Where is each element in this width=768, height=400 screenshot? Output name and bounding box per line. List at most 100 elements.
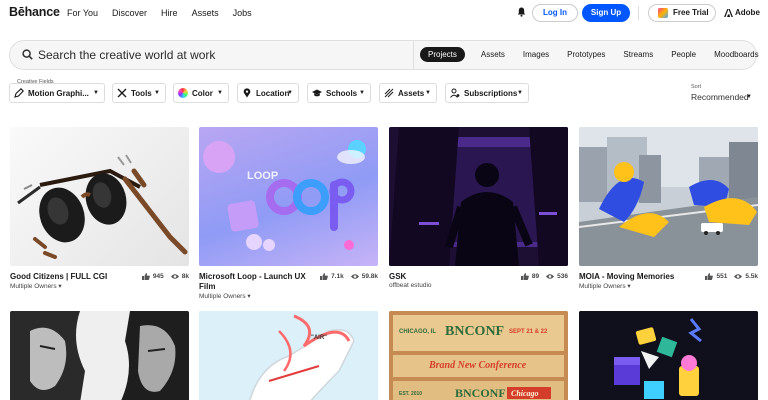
filter-schools[interactable]: Schools ▼ — [307, 83, 371, 103]
gsk-illustration — [389, 127, 568, 266]
project-thumbnail-loop[interactable]: LOOP — [199, 127, 378, 266]
search-input[interactable]: Search the creative world at work — [38, 48, 215, 62]
nav-assets[interactable]: Assets — [192, 8, 219, 18]
chevron-down-icon: ▼ — [93, 90, 99, 96]
filter-assets-label: Assets — [398, 88, 425, 98]
filter-assets[interactable]: Assets ▼ — [379, 83, 437, 103]
adobe-icon — [724, 8, 733, 17]
chevron-down-icon[interactable]: ▼ — [746, 94, 752, 100]
project-title[interactable]: GSK — [389, 272, 406, 282]
project-card[interactable]: Good Citizens | FULL CGI Multiple Owners… — [10, 127, 189, 290]
tab-projects[interactable]: Projects — [420, 47, 465, 62]
location-pin-icon — [243, 88, 251, 98]
thumbs-up-icon — [141, 273, 150, 280]
adobe-label: Adobe — [735, 8, 760, 17]
sort-label: Sort — [691, 84, 702, 90]
filter-subscriptions[interactable]: Subscriptions ▼ — [445, 83, 529, 103]
project-card[interactable]: MOIA - Moving Memories Multiple Owners ▾… — [579, 127, 758, 290]
filter-color-label: Color — [192, 88, 213, 98]
eye-icon — [350, 274, 359, 279]
view-count: 59.8k — [361, 273, 378, 280]
main-nav: For You Discover Hire Assets Jobs — [67, 8, 266, 18]
project-title[interactable]: MOIA - Moving Memories — [579, 272, 674, 282]
pizza-est-text: EST. 2010 — [399, 391, 422, 397]
pizza-chicago-text: Chicago — [511, 389, 539, 398]
project-card[interactable]: CHICAGO, IL BNCONF SEPT 21 & 22 Brand Ne… — [389, 311, 568, 400]
project-card[interactable] — [10, 311, 189, 400]
pizza-brand-text: BNCONF — [445, 324, 504, 339]
chevron-down-icon: ▼ — [359, 90, 365, 96]
project-thumbnail-gsk[interactable] — [389, 127, 568, 266]
tab-assets[interactable]: Assets — [481, 47, 505, 62]
behance-logo[interactable]: Bēhance — [9, 5, 60, 19]
project-card[interactable]: LOOP Microsoft Loop - Launch UX Film Mul… — [199, 127, 378, 300]
sunglasses-illustration — [17, 154, 188, 259]
search-icon — [22, 49, 33, 60]
tab-moodboards[interactable]: Moodboards — [714, 47, 758, 62]
filter-schools-label: Schools — [326, 88, 358, 98]
project-thumbnail-3d-shapes[interactable] — [579, 311, 758, 400]
filter-color[interactable]: Color ▼ — [173, 83, 229, 103]
filter-creative-fields[interactable]: Motion Graphi... ▼ — [9, 83, 105, 103]
tab-streams[interactable]: Streams — [623, 47, 653, 62]
project-card[interactable]: GSK offbeat estudio 89 536 — [389, 127, 568, 289]
project-thumbnail-faces[interactable] — [10, 311, 189, 400]
project-owner[interactable]: Multiple Owners ▾ — [10, 282, 62, 290]
project-owner[interactable]: Multiple Owners ▾ — [199, 292, 251, 300]
appreciation-count: 89 — [531, 273, 540, 280]
nav-for-you[interactable]: For You — [67, 8, 98, 18]
3d-shapes-illustration — [579, 311, 758, 400]
nav-hire[interactable]: Hire — [161, 8, 178, 18]
signup-button[interactable]: Sign Up — [582, 4, 630, 22]
project-title[interactable]: Microsoft Loop - Launch UX Film — [199, 272, 317, 292]
creative-cloud-icon — [658, 8, 668, 18]
chevron-down-icon: ▼ — [287, 90, 293, 96]
pizza-date-text: SEPT 21 & 22 — [509, 329, 548, 335]
project-title[interactable]: Good Citizens | FULL CGI — [10, 272, 130, 282]
chevron-down-icon: ▼ — [217, 90, 223, 96]
tab-people[interactable]: People — [671, 47, 696, 62]
free-trial-button[interactable]: Free Trial — [648, 4, 716, 22]
pizza-tag-text: Brand New Conference — [428, 360, 527, 371]
pizza-brand2-text: BNCONF — [455, 386, 506, 400]
project-thumbnail-sneaker[interactable]: "AIR" — [199, 311, 378, 400]
project-stats: 89 536 — [520, 273, 568, 280]
project-owner[interactable]: offbeat estudio — [389, 282, 432, 289]
tools-icon — [117, 88, 127, 98]
thumbs-up-icon — [705, 273, 714, 280]
project-stats: 7.1k 59.8k — [320, 273, 378, 280]
nav-discover[interactable]: Discover — [112, 8, 147, 18]
project-thumbnail-pizza-boxes[interactable]: CHICAGO, IL BNCONF SEPT 21 & 22 Brand Ne… — [389, 311, 568, 400]
thumbs-up-icon — [320, 273, 328, 280]
project-owner[interactable]: Multiple Owners ▾ — [579, 282, 631, 290]
header-divider — [638, 6, 639, 20]
filter-location[interactable]: Location ▼ — [237, 83, 299, 103]
project-thumbnail-sunglasses[interactable] — [10, 127, 189, 266]
project-card[interactable] — [579, 311, 758, 400]
tab-prototypes[interactable]: Prototypes — [567, 47, 605, 62]
assets-icon — [384, 88, 394, 98]
loop-thumb-text: LOOP — [247, 170, 278, 182]
adobe-link[interactable]: Adobe — [724, 8, 760, 17]
login-button[interactable]: Log In — [532, 4, 578, 22]
search-type-tabs: Projects Assets Images Prototypes Stream… — [420, 47, 768, 62]
chevron-down-icon: ▼ — [517, 90, 523, 96]
project-stats: 945 8k — [141, 273, 189, 280]
nav-jobs[interactable]: Jobs — [233, 8, 252, 18]
view-count: 536 — [557, 273, 568, 280]
project-thumbnail-moia[interactable] — [579, 127, 758, 266]
filter-tools-label: Tools — [131, 88, 152, 98]
eye-icon — [170, 274, 179, 279]
filter-location-label: Location — [256, 88, 290, 98]
filter-tools[interactable]: Tools ▼ — [112, 83, 166, 103]
eye-icon — [546, 274, 555, 279]
bell-icon[interactable] — [517, 7, 526, 17]
filter-creative-fields-label: Motion Graphi... — [28, 88, 89, 98]
search-bar: Search the creative world at work Projec… — [9, 40, 759, 70]
tab-images[interactable]: Images — [523, 47, 549, 62]
eye-icon — [734, 274, 743, 279]
sort-dropdown[interactable]: Recommended — [691, 92, 749, 102]
top-navigation: Bēhance For You Discover Hire Assets Job… — [0, 0, 768, 27]
project-card[interactable]: "AIR" — [199, 311, 378, 400]
loop-3d-illustration: LOOP — [203, 140, 366, 251]
